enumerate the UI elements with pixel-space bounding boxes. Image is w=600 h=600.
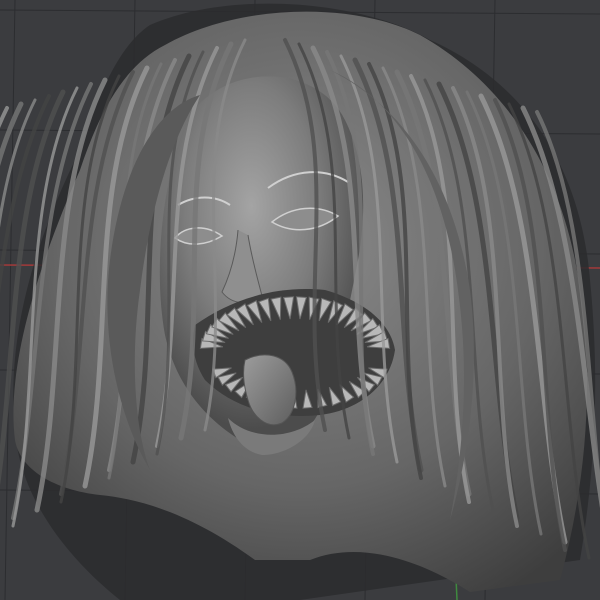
3d-viewport[interactable] bbox=[0, 0, 600, 600]
viewport-canvas[interactable] bbox=[0, 0, 600, 600]
hair-strand bbox=[0, 106, 9, 129]
